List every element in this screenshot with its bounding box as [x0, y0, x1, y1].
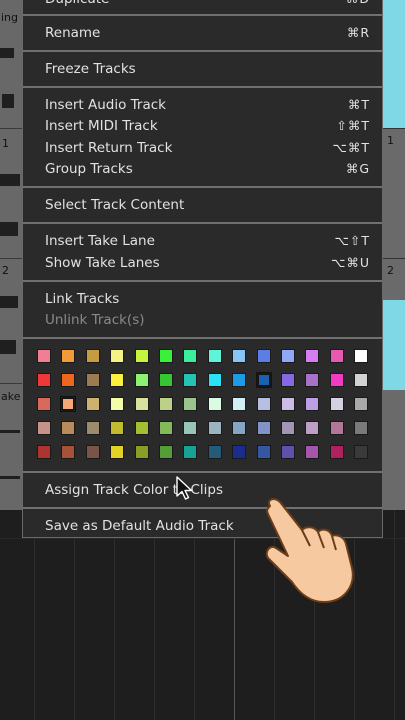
color-swatch[interactable]: [110, 421, 125, 435]
color-swatch[interactable]: [329, 445, 344, 459]
menu-item-link-tracks[interactable]: Link Tracks: [23, 288, 382, 310]
color-swatch[interactable]: [354, 373, 369, 387]
color-swatch[interactable]: [61, 349, 76, 363]
color-swatch[interactable]: [60, 396, 77, 412]
color-swatch[interactable]: [85, 445, 100, 459]
color-swatch[interactable]: [281, 421, 295, 435]
color-swatch[interactable]: [61, 421, 76, 435]
color-swatch[interactable]: [183, 349, 198, 363]
mouse-pointer-icon: [176, 476, 193, 500]
color-swatch[interactable]: [183, 445, 198, 459]
color-swatch[interactable]: [61, 373, 76, 387]
color-swatch[interactable]: [134, 421, 149, 435]
color-swatch[interactable]: [207, 373, 222, 387]
color-swatch[interactable]: [183, 373, 198, 387]
pointing-hand-icon: [265, 498, 354, 603]
color-swatch[interactable]: [183, 397, 198, 411]
color-swatch[interactable]: [207, 349, 222, 363]
color-swatch[interactable]: [183, 421, 198, 435]
color-swatch[interactable]: [329, 397, 344, 411]
color-swatch[interactable]: [329, 349, 344, 363]
color-swatch[interactable]: [37, 445, 51, 459]
menu-item-unlink-tracks: Unlink Track(s): [45, 312, 145, 328]
color-swatch[interactable]: [305, 445, 320, 459]
color-swatch[interactable]: [134, 445, 149, 459]
color-swatch[interactable]: [305, 349, 320, 363]
color-swatch[interactable]: [256, 445, 271, 459]
menu-item-duplicate[interactable]: Duplicate ⌘D: [23, 0, 382, 10]
color-swatch[interactable]: [159, 373, 173, 387]
color-swatch[interactable]: [354, 397, 369, 411]
color-swatch[interactable]: [305, 421, 320, 435]
color-palette: [23, 340, 382, 470]
menu-item-insert-return-track[interactable]: Insert Return Track ⌥⌘T: [23, 137, 382, 159]
color-swatch[interactable]: [255, 372, 272, 388]
menu-item-insert-take-lane[interactable]: Insert Take Lane ⌥⇧T: [23, 230, 382, 252]
color-swatch[interactable]: [281, 373, 295, 387]
menu-item-rename[interactable]: Rename ⌘R: [23, 22, 382, 44]
color-swatch[interactable]: [207, 445, 222, 459]
color-swatch[interactable]: [232, 373, 247, 387]
color-swatch[interactable]: [134, 349, 149, 363]
color-swatch[interactable]: [281, 397, 295, 411]
color-swatch[interactable]: [159, 397, 173, 411]
color-swatch[interactable]: [305, 373, 320, 387]
color-swatch[interactable]: [37, 397, 51, 411]
color-swatch[interactable]: [110, 349, 125, 363]
color-swatch[interactable]: [37, 349, 51, 363]
track-strip-left: ing 1 2 ake: [0, 0, 22, 510]
color-swatch[interactable]: [37, 373, 51, 387]
menu-item-insert-audio-track[interactable]: Insert Audio Track ⌘T: [23, 94, 382, 116]
color-swatch[interactable]: [85, 397, 100, 411]
color-swatch[interactable]: [207, 397, 222, 411]
color-swatch[interactable]: [256, 421, 271, 435]
color-swatch[interactable]: [281, 349, 295, 363]
color-swatch[interactable]: [110, 373, 125, 387]
color-swatch[interactable]: [134, 397, 149, 411]
color-swatch[interactable]: [232, 349, 247, 363]
menu-item-freeze-tracks[interactable]: Freeze Tracks: [23, 58, 382, 80]
color-swatch[interactable]: [329, 373, 344, 387]
track-label: ing: [1, 11, 19, 24]
color-swatch[interactable]: [110, 397, 125, 411]
color-swatch[interactable]: [329, 421, 344, 435]
waveform: [0, 48, 20, 479]
color-swatch[interactable]: [232, 397, 247, 411]
color-swatch[interactable]: [159, 445, 173, 459]
color-swatch[interactable]: [85, 421, 100, 435]
color-swatch[interactable]: [232, 421, 247, 435]
color-swatch[interactable]: [134, 373, 149, 387]
menu-item-group-tracks[interactable]: Group Tracks ⌘G: [23, 158, 382, 180]
color-swatch[interactable]: [159, 349, 173, 363]
color-swatch[interactable]: [159, 421, 173, 435]
color-swatch[interactable]: [281, 445, 295, 459]
track-strip-right: 1 2: [383, 0, 405, 510]
menu-item-select-track-content[interactable]: Select Track Content: [23, 194, 382, 216]
color-swatch[interactable]: [305, 397, 320, 411]
color-swatch[interactable]: [85, 373, 100, 387]
lane-number: 1: [387, 134, 394, 147]
color-swatch[interactable]: [256, 397, 271, 411]
track-context-menu: Duplicate ⌘D Rename ⌘R Freeze Tracks Ins…: [22, 0, 383, 538]
color-swatch[interactable]: [110, 445, 125, 459]
color-swatch[interactable]: [61, 445, 76, 459]
color-swatch[interactable]: [354, 421, 369, 435]
menu-item-show-take-lanes[interactable]: Show Take Lanes ⌥⌘U: [23, 252, 382, 274]
color-swatch[interactable]: [207, 421, 222, 435]
color-swatch[interactable]: [37, 421, 51, 435]
color-swatch[interactable]: [256, 349, 271, 363]
lane-number: 2: [387, 264, 394, 277]
color-swatch[interactable]: [354, 349, 369, 363]
color-swatch[interactable]: [85, 349, 100, 363]
color-swatch[interactable]: [354, 445, 369, 459]
menu-item-insert-midi-track[interactable]: Insert MIDI Track ⇧⌘T: [23, 115, 382, 137]
color-swatch[interactable]: [232, 445, 247, 459]
